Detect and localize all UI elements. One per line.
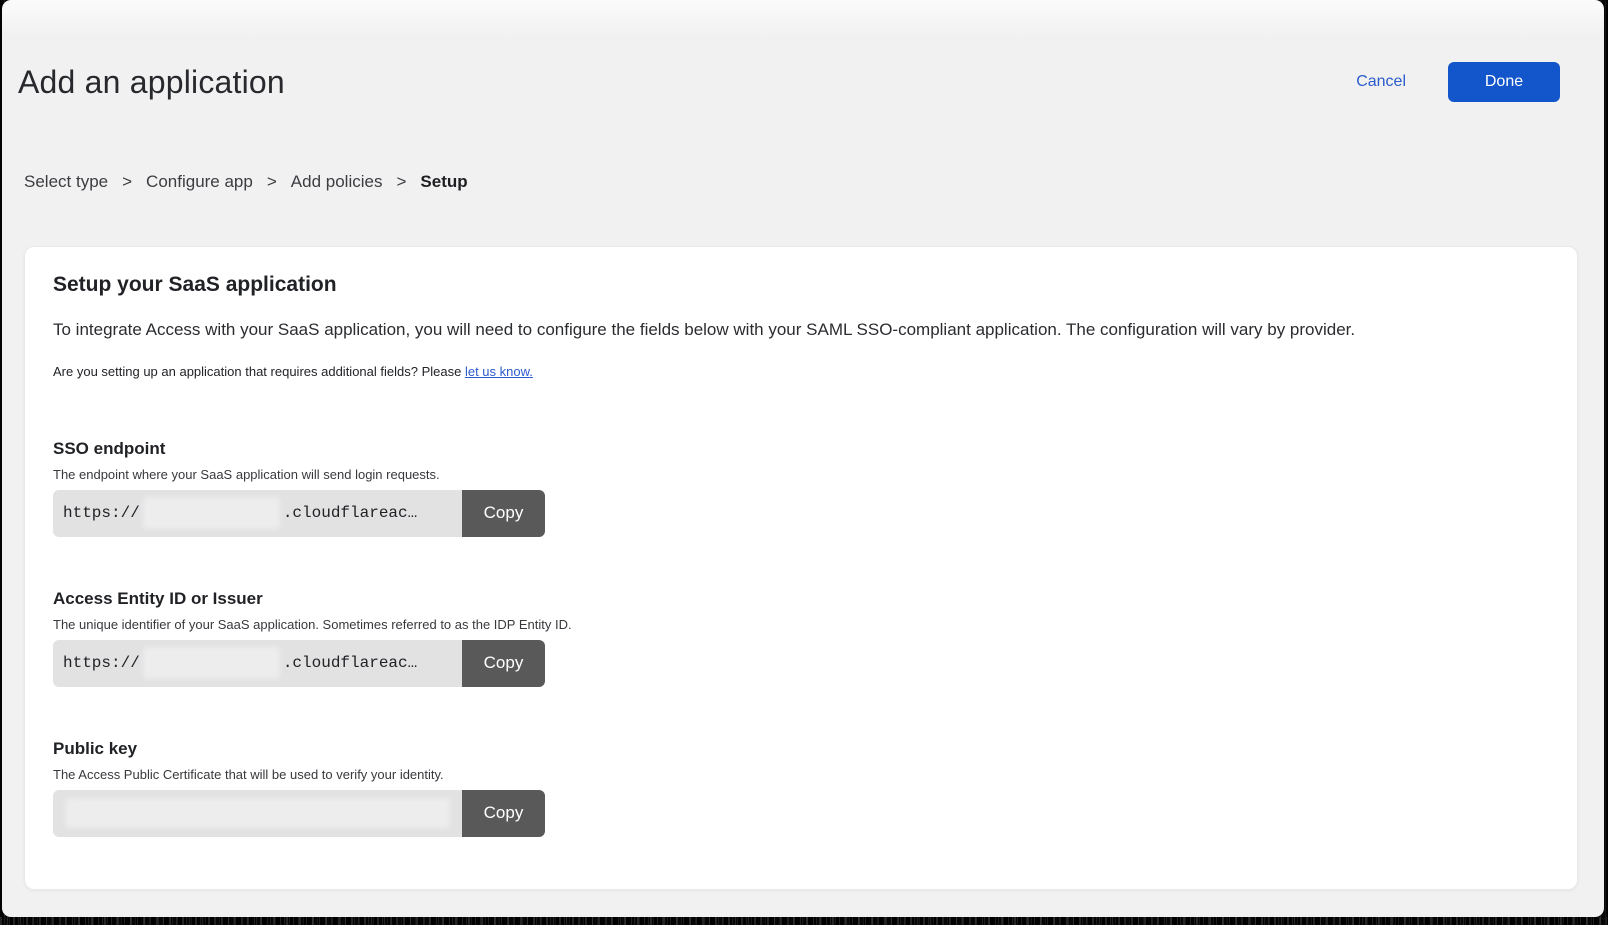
access-entity-id-value: https:// .cloudflareac… bbox=[53, 640, 462, 687]
access-entity-id-value-row: https:// .cloudflareac… Copy bbox=[53, 640, 545, 687]
access-entity-id-copy-button[interactable]: Copy bbox=[462, 640, 545, 687]
public-key-value bbox=[53, 790, 462, 837]
redacted-value-blur bbox=[143, 647, 280, 679]
field-section-public-key: Public key The Access Public Certificate… bbox=[53, 739, 1549, 837]
screenshot-root: Add an application Cancel Done Select ty… bbox=[0, 0, 1608, 925]
public-key-copy-button[interactable]: Copy bbox=[462, 790, 545, 837]
breadcrumb-step-select-type[interactable]: Select type bbox=[24, 172, 108, 192]
access-entity-id-description: The unique identifier of your SaaS appli… bbox=[53, 617, 1549, 632]
breadcrumb: Select type > Configure app > Add polici… bbox=[24, 172, 1604, 192]
public-key-description: The Access Public Certificate that will … bbox=[53, 767, 1549, 782]
sso-endpoint-value: https:// .cloudflareac… bbox=[53, 490, 462, 537]
access-entity-id-label: Access Entity ID or Issuer bbox=[53, 589, 1549, 609]
public-key-value-row: Copy bbox=[53, 790, 545, 837]
page-header: Add an application Cancel Done bbox=[2, 0, 1604, 102]
card-note-text: Are you setting up an application that r… bbox=[53, 364, 461, 379]
header-actions: Cancel Done bbox=[1356, 62, 1560, 102]
sso-endpoint-label: SSO endpoint bbox=[53, 439, 1549, 459]
access-entity-id-value-prefix: https:// bbox=[63, 654, 140, 672]
access-entity-id-value-suffix: .cloudflareac… bbox=[283, 654, 417, 672]
sso-endpoint-value-prefix: https:// bbox=[63, 504, 140, 522]
done-button[interactable]: Done bbox=[1448, 62, 1560, 102]
add-application-window: Add an application Cancel Done Select ty… bbox=[2, 0, 1604, 917]
cancel-button[interactable]: Cancel bbox=[1356, 73, 1406, 91]
sso-endpoint-description: The endpoint where your SaaS application… bbox=[53, 467, 1549, 482]
card-note: Are you setting up an application that r… bbox=[53, 364, 1549, 379]
breadcrumb-step-configure-app[interactable]: Configure app bbox=[146, 172, 253, 192]
page-title: Add an application bbox=[18, 64, 285, 101]
card-title: Setup your SaaS application bbox=[53, 273, 1549, 297]
redacted-value-blur bbox=[143, 497, 280, 529]
breadcrumb-separator: > bbox=[396, 172, 406, 192]
breadcrumb-separator: > bbox=[267, 172, 277, 192]
card-intro-text: To integrate Access with your SaaS appli… bbox=[53, 319, 1549, 342]
breadcrumb-step-setup-active: Setup bbox=[420, 172, 467, 192]
public-key-label: Public key bbox=[53, 739, 1549, 759]
setup-saas-card: Setup your SaaS application To integrate… bbox=[24, 246, 1578, 890]
bottom-cutoff-content-strip bbox=[0, 917, 1608, 925]
breadcrumb-step-add-policies[interactable]: Add policies bbox=[291, 172, 383, 192]
sso-endpoint-copy-button[interactable]: Copy bbox=[462, 490, 545, 537]
redacted-value-blur bbox=[65, 798, 450, 828]
let-us-know-link[interactable]: let us know. bbox=[465, 364, 533, 379]
sso-endpoint-value-row: https:// .cloudflareac… Copy bbox=[53, 490, 545, 537]
field-section-sso-endpoint: SSO endpoint The endpoint where your Saa… bbox=[53, 439, 1549, 537]
breadcrumb-separator: > bbox=[122, 172, 132, 192]
sso-endpoint-value-suffix: .cloudflareac… bbox=[283, 504, 417, 522]
field-section-access-entity-id: Access Entity ID or Issuer The unique id… bbox=[53, 589, 1549, 687]
